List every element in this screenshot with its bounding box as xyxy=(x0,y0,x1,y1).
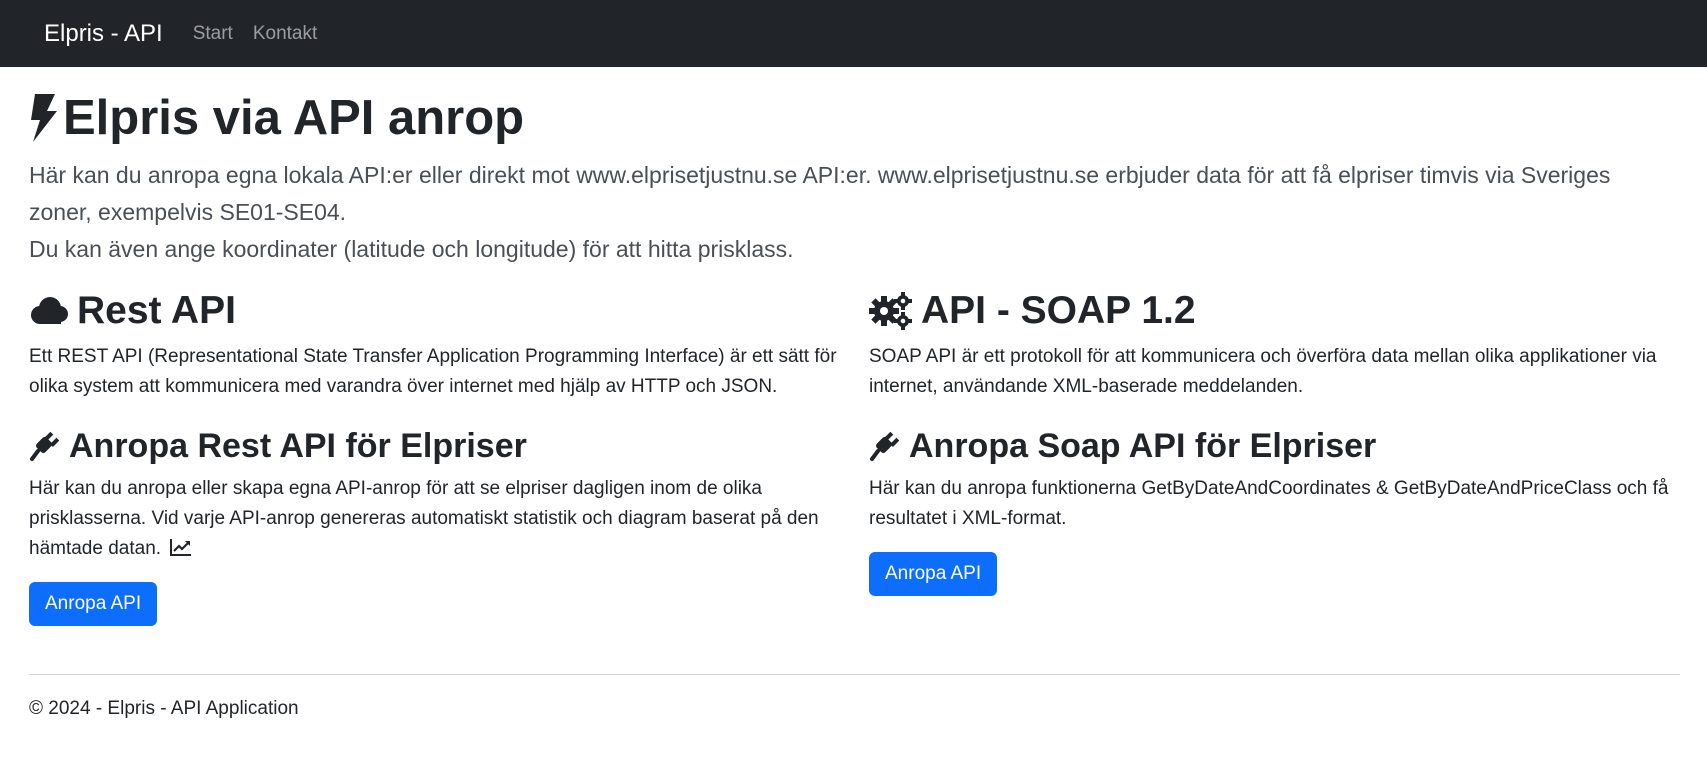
rest-call-text: Här kan du anropa eller skapa egna API-a… xyxy=(29,478,819,559)
brand-link[interactable]: Elpris - API xyxy=(44,20,163,48)
footer: © 2024 - Elpris - API Application xyxy=(29,698,299,720)
footer-text: © 2024 - Elpris - API Application xyxy=(29,698,299,719)
soap-call-heading: Anropa Soap API för Elpriser xyxy=(869,424,1684,468)
nav-link-kontakt[interactable]: Kontakt xyxy=(253,23,317,45)
plug-icon xyxy=(870,431,900,461)
soap-api-heading: API - SOAP 1.2 xyxy=(869,286,1684,336)
hero-lead-line2: Du kan även ange koordinater (latitude o… xyxy=(29,236,794,262)
soap-api-section: API - SOAP 1.2 SOAP API är ett protokoll… xyxy=(869,286,1684,596)
gears-icon xyxy=(869,292,912,330)
footer-divider xyxy=(29,674,1680,675)
api-columns: Rest API Ett REST API (Representational … xyxy=(29,286,1680,646)
rest-call-description: Här kan du anropa eller skapa egna API-a… xyxy=(29,474,844,564)
page-title: Elpris via API anrop xyxy=(63,91,525,145)
rest-api-section: Rest API Ett REST API (Representational … xyxy=(29,286,844,626)
lightning-bolt-icon xyxy=(31,94,57,142)
line-chart-icon xyxy=(170,539,192,556)
hero-lead: Här kan du anropa egna lokala API:er ell… xyxy=(29,157,1669,268)
plug-icon xyxy=(30,431,60,461)
rest-call-heading: Anropa Rest API för Elpriser xyxy=(29,424,844,468)
hero-heading: Elpris via API anrop xyxy=(29,90,1680,146)
top-navbar: Elpris - API Start Kontakt xyxy=(0,0,1707,67)
soap-call-title: Anropa Soap API för Elpriser xyxy=(909,427,1377,465)
main-content: Elpris via API anrop Här kan du anropa e… xyxy=(29,67,1680,646)
rest-call-api-button[interactable]: Anropa API xyxy=(29,582,158,626)
cloud-icon xyxy=(31,297,68,324)
hero-lead-line1: Här kan du anropa egna lokala API:er ell… xyxy=(29,162,1611,225)
soap-call-description: Här kan du anropa funktionerna GetByDate… xyxy=(869,478,1669,529)
rest-api-description: Ett REST API (Representational State Tra… xyxy=(29,346,837,397)
soap-call-api-button[interactable]: Anropa API xyxy=(869,552,998,596)
soap-api-title: API - SOAP 1.2 xyxy=(921,289,1196,332)
rest-call-title: Anropa Rest API för Elpriser xyxy=(69,427,527,465)
rest-api-title: Rest API xyxy=(77,289,236,332)
nav-link-start[interactable]: Start xyxy=(193,23,233,45)
rest-api-heading: Rest API xyxy=(29,286,844,336)
soap-api-description: SOAP API är ett protokoll för att kommun… xyxy=(869,346,1657,397)
